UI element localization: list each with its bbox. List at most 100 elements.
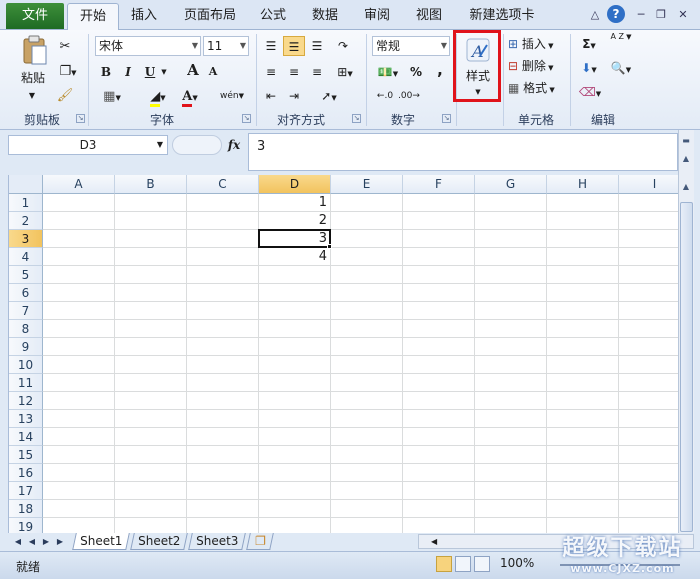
row-header-6[interactable]: 6	[9, 284, 43, 302]
delete-cells-button[interactable]: ⊟ 删除 ▼	[508, 56, 566, 76]
normal-view-icon[interactable]	[436, 556, 452, 572]
scroll-left-icon[interactable]: ◀	[431, 536, 441, 547]
font-size-select[interactable]: 11 ▼	[203, 36, 249, 56]
align-middle-icon[interactable]: ☰	[283, 36, 305, 56]
align-top-icon[interactable]: ☰	[262, 36, 280, 56]
font-launcher-icon[interactable]: ↘	[242, 114, 251, 123]
help-icon[interactable]: ?	[607, 5, 625, 23]
tab-page-layout[interactable]: 页面布局	[178, 3, 242, 30]
column-header-b[interactable]: B	[115, 175, 187, 194]
row-header-16[interactable]: 16	[9, 464, 43, 482]
align-right-icon[interactable]: ≡	[308, 62, 326, 82]
copy-icon[interactable]: ❐▼	[56, 61, 80, 81]
increase-decimal-icon[interactable]: ←.0	[374, 86, 396, 106]
insert-cells-button[interactable]: ⊞ 插入 ▼	[508, 34, 566, 54]
bold-button[interactable]: B	[98, 62, 114, 82]
row-header-2[interactable]: 2	[9, 212, 43, 230]
page-layout-view-icon[interactable]	[455, 556, 471, 572]
paste-icon[interactable]	[20, 34, 50, 66]
row-header-5[interactable]: 5	[9, 266, 43, 284]
vertical-scroll-thumb[interactable]	[680, 202, 693, 532]
column-header-a[interactable]: A	[43, 175, 115, 194]
row-header-7[interactable]: 7	[9, 302, 43, 320]
format-painter-icon[interactable]: 🖌	[56, 85, 74, 105]
ribbon-minimize-icon[interactable]: △	[586, 6, 604, 24]
tab-data[interactable]: 数据	[305, 3, 345, 30]
column-header-c[interactable]: C	[187, 175, 259, 194]
vertical-scrollbar[interactable]: ▬ ▲ ▲	[678, 130, 694, 533]
prev-sheet-icon[interactable]: ◀	[26, 535, 38, 548]
clipboard-launcher-icon[interactable]: ↘	[76, 114, 85, 123]
number-format-select[interactable]: 常规 ▼	[372, 36, 450, 56]
increase-indent-icon[interactable]: ⇥	[285, 86, 303, 106]
percent-button[interactable]: %	[408, 62, 424, 82]
name-box[interactable]: D3 ▼	[8, 135, 168, 155]
column-header-h[interactable]: H	[547, 175, 619, 194]
fill-color-button[interactable]: ◢▼	[144, 86, 172, 107]
column-header-f[interactable]: F	[403, 175, 475, 194]
column-header-g[interactable]: G	[475, 175, 547, 194]
tab-new-tab[interactable]: 新建选项卡	[462, 3, 542, 30]
alignment-launcher-icon[interactable]: ↘	[352, 114, 361, 123]
tab-home[interactable]: 开始	[67, 3, 119, 31]
row-header-17[interactable]: 17	[9, 482, 43, 500]
next-sheet-icon[interactable]: ▶	[40, 535, 52, 548]
wrap-text-icon[interactable]: ↷	[332, 36, 354, 56]
sheet-tab-sheet2[interactable]: Sheet2	[130, 533, 188, 550]
row-header-1[interactable]: 1	[9, 194, 43, 212]
align-center-icon[interactable]: ≡	[285, 62, 303, 82]
tab-formulas[interactable]: 公式	[253, 3, 293, 30]
phonetic-button[interactable]: wén▼	[216, 86, 248, 106]
border-button[interactable]: ▦▼	[98, 86, 126, 106]
format-cells-button[interactable]: ▦ 格式 ▼	[508, 78, 566, 98]
select-all-button[interactable]	[9, 175, 43, 194]
grow-font-button[interactable]: A	[186, 60, 200, 80]
underline-dropdown-icon[interactable]: ▼	[159, 62, 169, 82]
cell-d1[interactable]: 1	[259, 194, 331, 212]
window-close-icon[interactable]: ✕	[674, 6, 692, 24]
fill-handle[interactable]	[327, 244, 332, 249]
ribbon-collapse-icon[interactable]: ▲	[679, 152, 693, 166]
cell-d2[interactable]: 2	[259, 212, 331, 230]
tab-view[interactable]: 视图	[409, 3, 449, 30]
tab-insert[interactable]: 插入	[124, 3, 164, 30]
zoom-level[interactable]: 100%	[500, 556, 534, 570]
row-header-12[interactable]: 12	[9, 392, 43, 410]
find-select-icon[interactable]: 🔍▼	[608, 58, 634, 78]
align-left-icon[interactable]: ≡	[262, 62, 280, 82]
row-header-11[interactable]: 11	[9, 374, 43, 392]
tab-file[interactable]: 文件	[6, 3, 64, 29]
row-header-15[interactable]: 15	[9, 446, 43, 464]
merge-center-icon[interactable]: ⊞▼	[332, 62, 358, 82]
window-restore-icon[interactable]: ❐	[652, 6, 670, 24]
scroll-up-icon[interactable]: ▲	[679, 180, 693, 194]
row-header-18[interactable]: 18	[9, 500, 43, 518]
cut-icon[interactable]: ✂	[56, 36, 74, 56]
insert-function-button[interactable]: fx	[224, 135, 244, 155]
row-header-10[interactable]: 10	[9, 356, 43, 374]
fill-down-icon[interactable]: ⬇▼	[578, 58, 600, 78]
last-sheet-icon[interactable]: ▶	[54, 535, 66, 548]
insert-sheet-button[interactable]: ❐	[246, 533, 274, 550]
column-header-e[interactable]: E	[331, 175, 403, 194]
decrease-indent-icon[interactable]: ⇤	[262, 86, 280, 106]
orientation-icon[interactable]: ➚▼	[316, 86, 342, 106]
align-bottom-icon[interactable]: ☰	[308, 36, 326, 56]
formula-input[interactable]: 3	[248, 133, 678, 171]
italic-button[interactable]: I	[120, 62, 136, 82]
column-header-d[interactable]: D	[259, 175, 331, 194]
clear-eraser-icon[interactable]: ⌫▼	[578, 82, 602, 102]
sheet-tab-sheet3[interactable]: Sheet3	[188, 533, 246, 550]
split-handle-icon[interactable]: ▬	[679, 134, 693, 148]
formula-bar-expander[interactable]	[172, 135, 222, 155]
decrease-decimal-icon[interactable]: .00→	[398, 86, 420, 106]
page-break-view-icon[interactable]	[474, 556, 490, 572]
number-launcher-icon[interactable]: ↘	[442, 114, 451, 123]
font-color-button[interactable]: A▼	[176, 86, 204, 107]
row-header-4[interactable]: 4	[9, 248, 43, 266]
row-header-8[interactable]: 8	[9, 320, 43, 338]
sheet-tab-sheet1[interactable]: Sheet1	[72, 533, 130, 550]
autosum-button[interactable]: Σ▼	[578, 34, 600, 54]
row-header-13[interactable]: 13	[9, 410, 43, 428]
window-minimize-icon[interactable]: ─	[632, 6, 650, 24]
